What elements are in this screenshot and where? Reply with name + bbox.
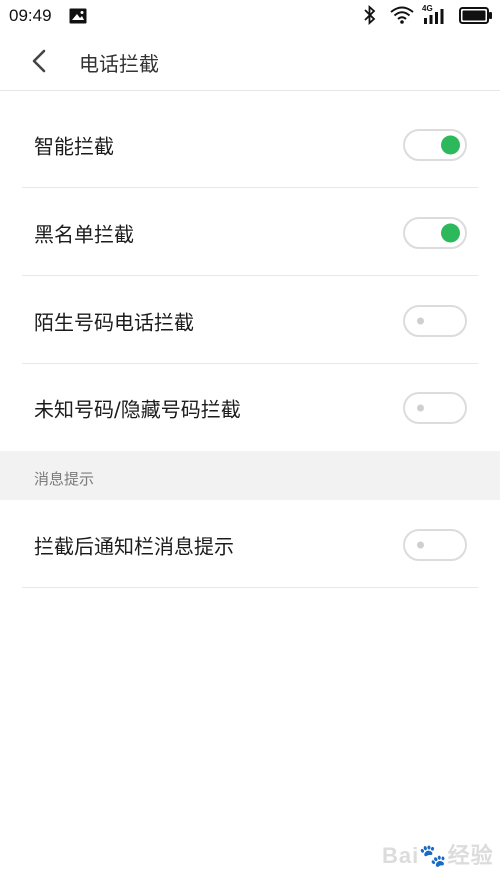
status-bar: 09:49 4G	[0, 0, 500, 32]
chevron-left-icon	[32, 49, 46, 73]
section-title: 消息提示	[34, 470, 95, 488]
wifi-icon	[390, 6, 414, 24]
setting-row-notify-after-block[interactable]: 拦截后通知栏消息提示	[0, 501, 500, 588]
status-time: 09:49	[9, 6, 52, 25]
section-header-notifications: 消息提示	[0, 451, 500, 500]
toggle-knob	[417, 317, 424, 324]
toggle-knob	[417, 404, 424, 411]
setting-row-smart-block[interactable]: 智能拦截	[0, 101, 500, 188]
toggle-knob	[441, 135, 460, 154]
setting-label: 智能拦截	[34, 134, 114, 158]
divider	[22, 587, 478, 588]
unknown-hidden-block-toggle[interactable]	[403, 391, 467, 424]
stranger-block-toggle[interactable]	[403, 304, 467, 337]
image-notification-icon	[69, 8, 87, 24]
setting-label: 未知号码/隐藏号码拦截	[34, 397, 241, 421]
baidu-watermark: Bai🐾经验	[382, 843, 494, 868]
smart-block-toggle[interactable]	[403, 128, 467, 161]
setting-label: 陌生号码电话拦截	[34, 310, 194, 334]
setting-row-unknown-block[interactable]: 未知号码/隐藏号码拦截	[0, 364, 500, 451]
notify-after-block-toggle[interactable]	[403, 528, 467, 561]
toggle-knob	[441, 223, 460, 242]
setting-row-blacklist-block[interactable]: 黑名单拦截	[0, 189, 500, 276]
page-title: 电话拦截	[79, 52, 159, 76]
setting-label: 拦截后通知栏消息提示	[34, 534, 234, 558]
signal-icon	[424, 9, 444, 24]
back-button[interactable]	[24, 46, 54, 76]
divider	[22, 187, 478, 188]
divider	[22, 275, 478, 276]
battery-icon	[459, 7, 492, 24]
setting-label: 黑名单拦截	[34, 222, 134, 246]
app-header: 电话拦截	[0, 32, 500, 91]
bluetooth-icon	[364, 5, 376, 25]
toggle-knob	[417, 541, 424, 548]
setting-row-stranger-block[interactable]: 陌生号码电话拦截	[0, 277, 500, 364]
blacklist-block-toggle[interactable]	[403, 216, 467, 249]
